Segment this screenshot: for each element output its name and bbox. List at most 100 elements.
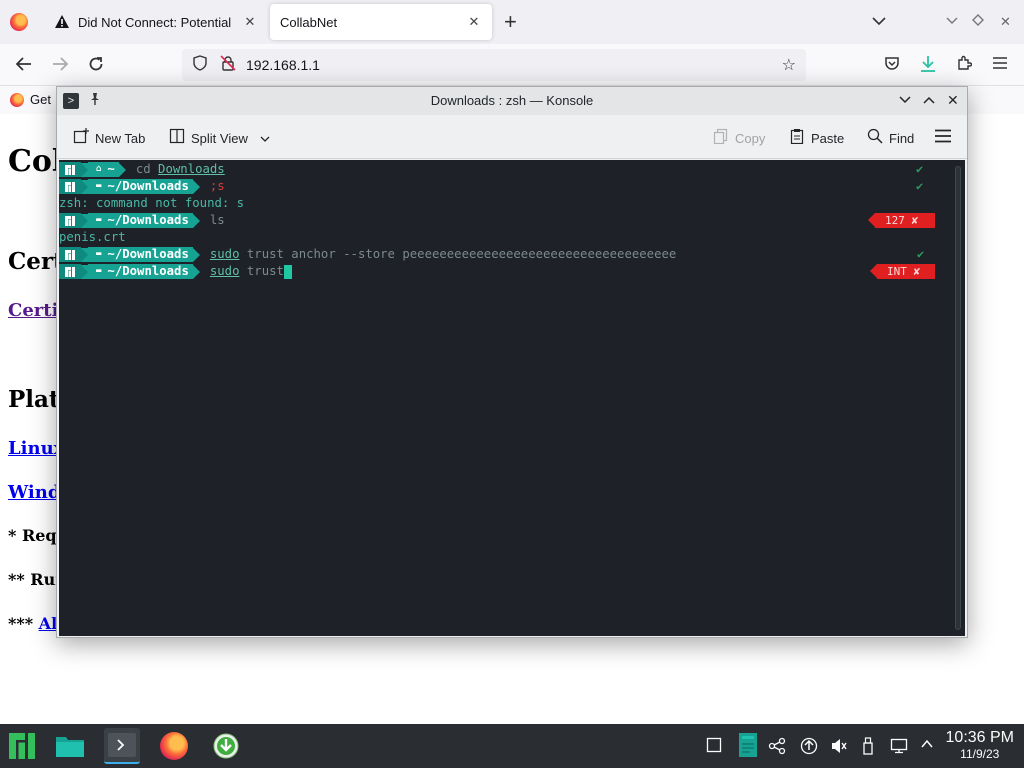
paste-button[interactable]: Paste	[789, 128, 844, 148]
maximize-icon[interactable]	[972, 14, 984, 29]
close-tab-icon[interactable]: ✕	[242, 14, 258, 30]
certificate-link[interactable]: Certi	[8, 300, 58, 321]
file-manager-icon[interactable]	[52, 728, 88, 764]
command-text: ls	[209, 213, 225, 227]
terminal-line: ▬ ~/Downloads ;s ✔	[59, 178, 923, 195]
find-label: Find	[889, 130, 915, 146]
copy-label: Copy	[735, 130, 766, 146]
section-heading-platform: Plat	[8, 386, 60, 413]
close-icon[interactable]: ✕	[947, 92, 959, 108]
clock-time: 10:36 PM	[945, 729, 1014, 746]
manjaro-logo-icon	[59, 179, 81, 194]
show-desktop-icon[interactable]	[706, 737, 722, 758]
status-ok: ✔	[917, 247, 925, 261]
status-interrupt-badge: INT ✘	[870, 264, 935, 279]
bookmark-star-icon[interactable]: ☆	[782, 55, 796, 75]
manjaro-logo-icon	[59, 162, 81, 177]
prompt-directory: ▬ ~/Downloads	[88, 247, 193, 262]
prompt-directory: ⌂ ~	[88, 162, 119, 177]
network-wired-icon[interactable]	[890, 737, 908, 760]
insecure-lock-icon[interactable]	[220, 54, 236, 76]
clock-date: 11/9/23	[960, 747, 1000, 761]
manjaro-logo-icon	[59, 247, 81, 262]
close-tab-icon[interactable]: ✕	[466, 14, 482, 30]
text-cursor	[283, 264, 292, 279]
chevron-up-icon[interactable]	[920, 737, 934, 756]
terminal-output: penis.crt	[59, 230, 126, 244]
terminal-scrollbar[interactable]	[955, 166, 961, 630]
konsole-taskbar-icon[interactable]	[104, 728, 140, 764]
new-tab-icon	[73, 128, 89, 148]
app-launcher-icon[interactable]	[4, 728, 40, 764]
usb-device-icon[interactable]	[862, 737, 874, 760]
command-text: sudo trust	[209, 264, 284, 278]
clock[interactable]: 10:36 PM 11/9/23	[946, 729, 1014, 761]
paste-label: Paste	[811, 130, 845, 146]
all-link[interactable]: Al	[39, 614, 58, 633]
tab-title: CollabNet	[280, 14, 338, 30]
terminal-output: zsh: command not found: s	[59, 196, 245, 210]
close-window-icon[interactable]: ✕	[1000, 14, 1011, 30]
terminal-view[interactable]: ⌂ ~ cd Downloads ✔ ▬ ~/Downloads ;s ✔ zsh:…	[59, 160, 965, 636]
search-icon	[867, 128, 883, 148]
downloads-icon[interactable]	[920, 55, 936, 76]
konsole-window: > Downloads : zsh — Konsole ✕ New Tab Sp…	[56, 86, 968, 638]
address-bar[interactable]: 192.168.1.1 ☆	[182, 49, 806, 81]
terminal-line: ▬ ~/Downloads sudo trust	[59, 263, 292, 280]
firefox-view-icon[interactable]	[10, 13, 28, 31]
tab-did-not-connect[interactable]: Did Not Connect: Potential ✕	[44, 4, 268, 40]
copy-icon	[713, 128, 729, 148]
clipboard-icon[interactable]	[738, 732, 758, 763]
hamburger-menu-icon[interactable]	[935, 129, 951, 143]
copy-button[interactable]: Copy	[713, 128, 765, 148]
folder-icon: ▬	[96, 249, 102, 259]
hamburger-menu-icon[interactable]	[992, 55, 1008, 73]
page-title: Col	[8, 144, 64, 179]
split-view-icon	[169, 128, 185, 148]
extensions-icon[interactable]	[956, 55, 973, 74]
maximize-icon[interactable]	[923, 92, 935, 108]
windows-link[interactable]: Wind	[8, 482, 60, 503]
reload-icon[interactable]	[87, 55, 105, 76]
new-tab-icon[interactable]: +	[504, 11, 517, 33]
folder-icon: ▬	[96, 215, 102, 225]
network-share-icon[interactable]	[768, 737, 786, 760]
paste-icon	[789, 128, 805, 148]
folder-icon: ▬	[96, 266, 102, 276]
split-view-button[interactable]: Split View	[169, 128, 270, 148]
terminal-line: ⌂ ~ cd Downloads ✔	[59, 161, 923, 178]
prompt-directory: ▬ ~/Downloads	[88, 264, 193, 279]
status-error-badge: 127 ✘	[868, 213, 935, 228]
back-icon[interactable]	[15, 55, 33, 76]
manjaro-logo-icon	[59, 213, 81, 228]
warning-icon	[54, 14, 70, 30]
tab-collabnet[interactable]: CollabNet ✕	[270, 4, 492, 40]
terminal-line: ▬ ~/Downloads sudo trust anchor --store p…	[59, 246, 676, 263]
tracking-protection-icon[interactable]	[192, 54, 208, 76]
firefox-icon	[10, 92, 24, 107]
minimize-icon[interactable]	[946, 14, 958, 29]
note-all: *** Al	[8, 614, 57, 633]
pocket-icon[interactable]	[884, 55, 900, 74]
konsole-titlebar[interactable]: > Downloads : zsh — Konsole ✕	[57, 87, 967, 115]
prompt-directory: ▬ ~/Downloads	[88, 213, 193, 228]
command-text: ;s	[209, 179, 225, 193]
browser-tab-bar: Did Not Connect: Potential ✕ CollabNet ✕…	[0, 0, 1024, 44]
forward-icon[interactable]	[51, 55, 69, 76]
firefox-taskbar-icon[interactable]	[156, 728, 192, 764]
download-manager-icon[interactable]	[208, 728, 244, 764]
bookmark-item[interactable]: Get	[10, 92, 51, 107]
find-button[interactable]: Find	[867, 128, 914, 148]
note-all-prefix: ***	[8, 614, 39, 633]
minimize-icon[interactable]	[899, 92, 911, 108]
prompt-directory: ▬ ~/Downloads	[88, 179, 193, 194]
volume-muted-icon[interactable]	[830, 737, 848, 760]
tab-title: Did Not Connect: Potential	[78, 14, 232, 30]
new-tab-button[interactable]: New Tab	[73, 128, 145, 148]
taskbar: 10:36 PM 11/9/23	[0, 724, 1024, 768]
list-all-tabs-icon[interactable]	[872, 13, 886, 29]
updates-icon[interactable]	[800, 737, 818, 760]
konsole-toolbar: New Tab Split View Copy Paste Find	[57, 115, 967, 159]
command-text: cd Downloads	[135, 162, 225, 176]
bookmark-label: Get	[30, 92, 51, 107]
